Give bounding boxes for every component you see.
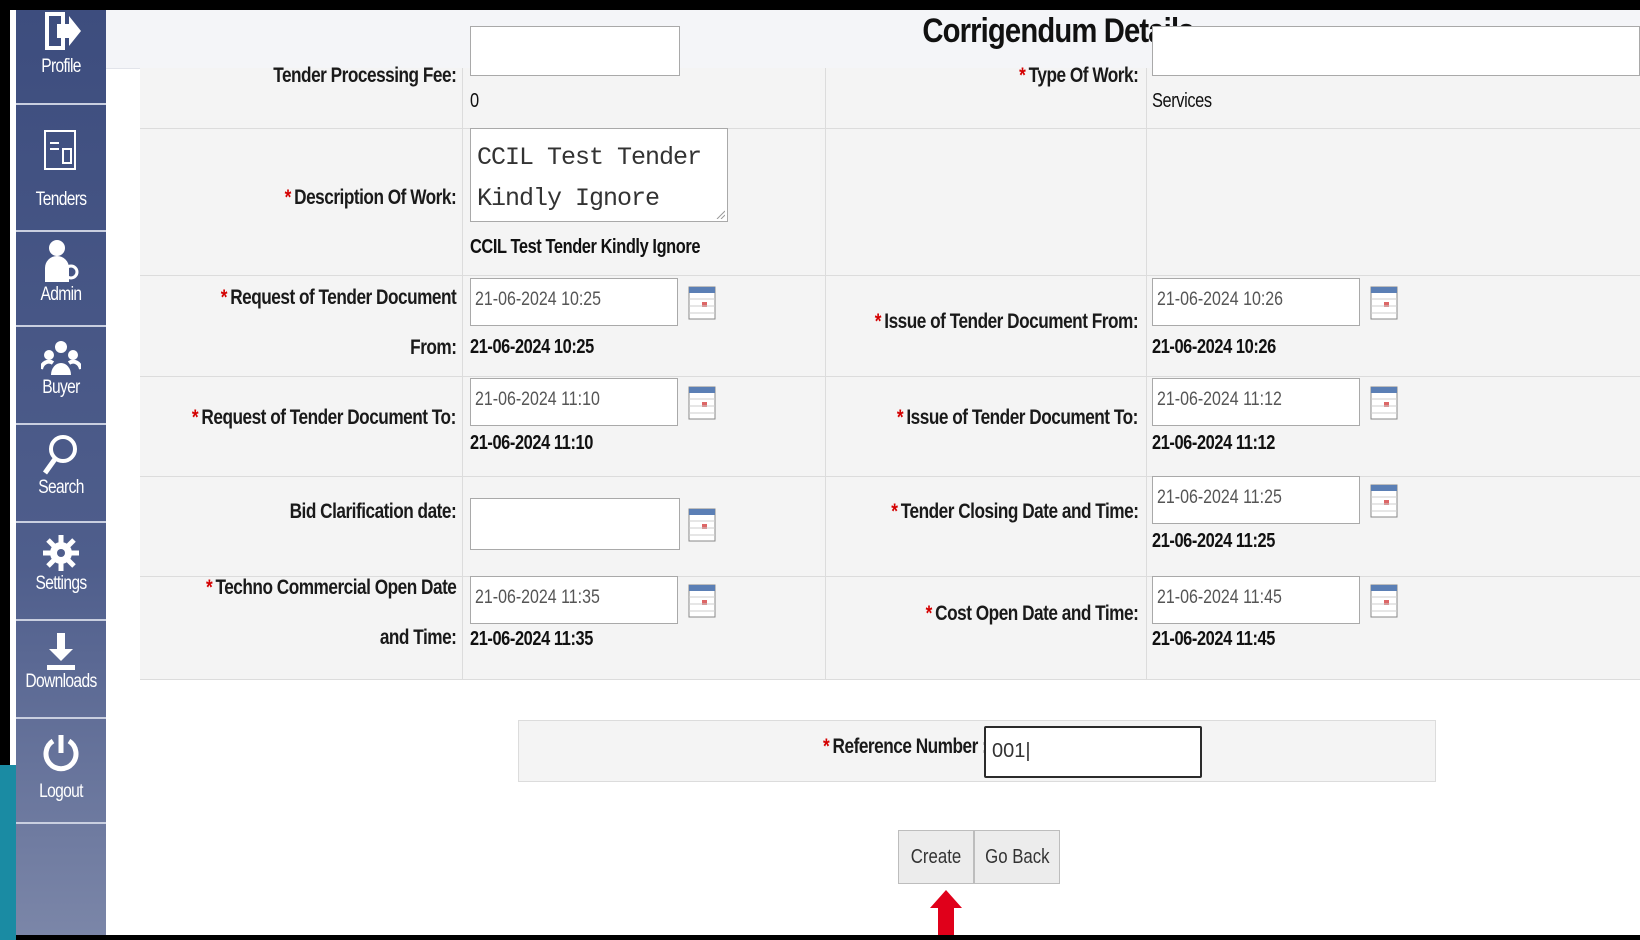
- req-from-label-cont: From:: [409, 336, 457, 359]
- techno-open-input[interactable]: 21-06-2024 11:35: [470, 576, 678, 624]
- logout-icon: [43, 735, 79, 772]
- sidebar-item-label: Downloads: [25, 671, 97, 692]
- sidebar-item-label: Buyer: [42, 377, 80, 398]
- cost-open-value: 21-06-2024 11:45: [1152, 628, 1275, 650]
- type-of-work-select[interactable]: [1152, 26, 1640, 76]
- tenders-icon: [44, 130, 76, 170]
- req-to-value: 21-06-2024 11:10: [470, 432, 593, 454]
- calendar-icon[interactable]: [1370, 384, 1398, 420]
- closing-label: * Tender Closing Date and Time:: [890, 500, 1139, 523]
- reference-number-input[interactable]: 001|: [984, 726, 1202, 778]
- type-of-work-value: Services: [1152, 90, 1212, 112]
- req-to-label: * Request of Tender Document To:: [192, 406, 456, 429]
- description-value: CCIL Test Tender Kindly Ignore: [470, 236, 701, 258]
- bid-clarification-input[interactable]: [470, 498, 680, 550]
- sidebar-item-tenders[interactable]: Tenders: [16, 105, 106, 232]
- description-textarea[interactable]: CCIL Test Tender Kindly Ignore: [470, 128, 728, 222]
- resize-handle-icon[interactable]: [715, 209, 725, 219]
- cost-open-label: * Cost Open Date and Time:: [925, 602, 1138, 625]
- calendar-icon[interactable]: [688, 582, 716, 618]
- profile-icon: [45, 12, 81, 50]
- buyer-icon: [41, 341, 81, 375]
- downloads-icon: [47, 633, 75, 670]
- calendar-icon[interactable]: [1370, 284, 1398, 320]
- sidebar-item-label: Logout: [39, 781, 83, 802]
- sidebar-item-label: Tenders: [35, 189, 87, 210]
- bid-clarification-label: Bid Clarification date:: [289, 500, 456, 523]
- issue-from-value: 21-06-2024 10:26: [1152, 336, 1276, 358]
- type-of-work-label: * Type Of Work:: [1018, 64, 1139, 87]
- issue-to-input[interactable]: 21-06-2024 11:12: [1152, 378, 1360, 426]
- calendar-icon[interactable]: [1370, 582, 1398, 618]
- req-from-label: * Request of Tender Document: [220, 286, 456, 309]
- processing-fee-label: Tender Processing Fee:: [272, 64, 457, 87]
- sidebar-item-admin[interactable]: Admin: [16, 232, 106, 327]
- red-arrow-icon: [930, 890, 962, 935]
- sidebar-item-label: Admin: [40, 284, 83, 305]
- issue-to-value: 21-06-2024 11:12: [1152, 432, 1275, 454]
- issue-from-input[interactable]: 21-06-2024 10:26: [1152, 278, 1360, 326]
- techno-open-label: * Techno Commercial Open Date: [205, 576, 457, 599]
- sidebar-item-buyer[interactable]: Buyer: [16, 327, 106, 425]
- cost-open-input[interactable]: 21-06-2024 11:45: [1152, 576, 1360, 624]
- req-from-input[interactable]: 21-06-2024 10:25: [470, 278, 678, 326]
- sidebar-item-search[interactable]: Search: [16, 425, 106, 523]
- reference-label: * Reference Number :: [822, 735, 988, 758]
- sidebar-item-downloads[interactable]: Downloads: [16, 621, 106, 719]
- sidebar-item-label: Profile: [41, 56, 81, 77]
- req-to-input[interactable]: 21-06-2024 11:10: [470, 378, 678, 426]
- sidebar-item-profile[interactable]: Profile: [16, 10, 106, 105]
- closing-value: 21-06-2024 11:25: [1152, 530, 1275, 552]
- techno-open-value: 21-06-2024 11:35: [470, 628, 593, 650]
- reference-row: * Reference Number :: [518, 720, 1436, 782]
- processing-fee-input[interactable]: [470, 26, 680, 76]
- closing-input[interactable]: 21-06-2024 11:25: [1152, 476, 1360, 524]
- create-button[interactable]: Create: [898, 830, 974, 884]
- issue-to-label: * Issue of Tender Document To:: [897, 406, 1138, 429]
- calendar-icon[interactable]: [688, 384, 716, 420]
- calendar-icon[interactable]: [688, 284, 716, 320]
- search-icon: [42, 435, 77, 475]
- corrigendum-form: Tender Processing Fee: 0 * Type Of Work: …: [140, 26, 1640, 680]
- calendar-icon[interactable]: [1370, 482, 1398, 518]
- techno-open-label-cont: and Time:: [379, 626, 456, 649]
- description-label: * Description Of Work:: [284, 186, 456, 209]
- issue-from-label: * Issue of Tender Document From:: [874, 310, 1139, 333]
- sidebar: Profile Tenders Admin Buyer Search Setti…: [16, 10, 106, 935]
- sidebar-item-logout[interactable]: Logout: [16, 719, 106, 824]
- processing-fee-value: 0: [470, 90, 479, 112]
- edge-accent: [0, 765, 16, 940]
- settings-icon: [43, 535, 79, 571]
- go-back-button[interactable]: Go Back: [974, 830, 1060, 884]
- admin-icon: [45, 240, 79, 282]
- req-from-value: 21-06-2024 10:25: [470, 336, 594, 358]
- sidebar-item-label: Settings: [35, 573, 87, 594]
- calendar-icon[interactable]: [688, 506, 716, 542]
- sidebar-item-settings[interactable]: Settings: [16, 523, 106, 621]
- sidebar-item-label: Search: [38, 477, 84, 498]
